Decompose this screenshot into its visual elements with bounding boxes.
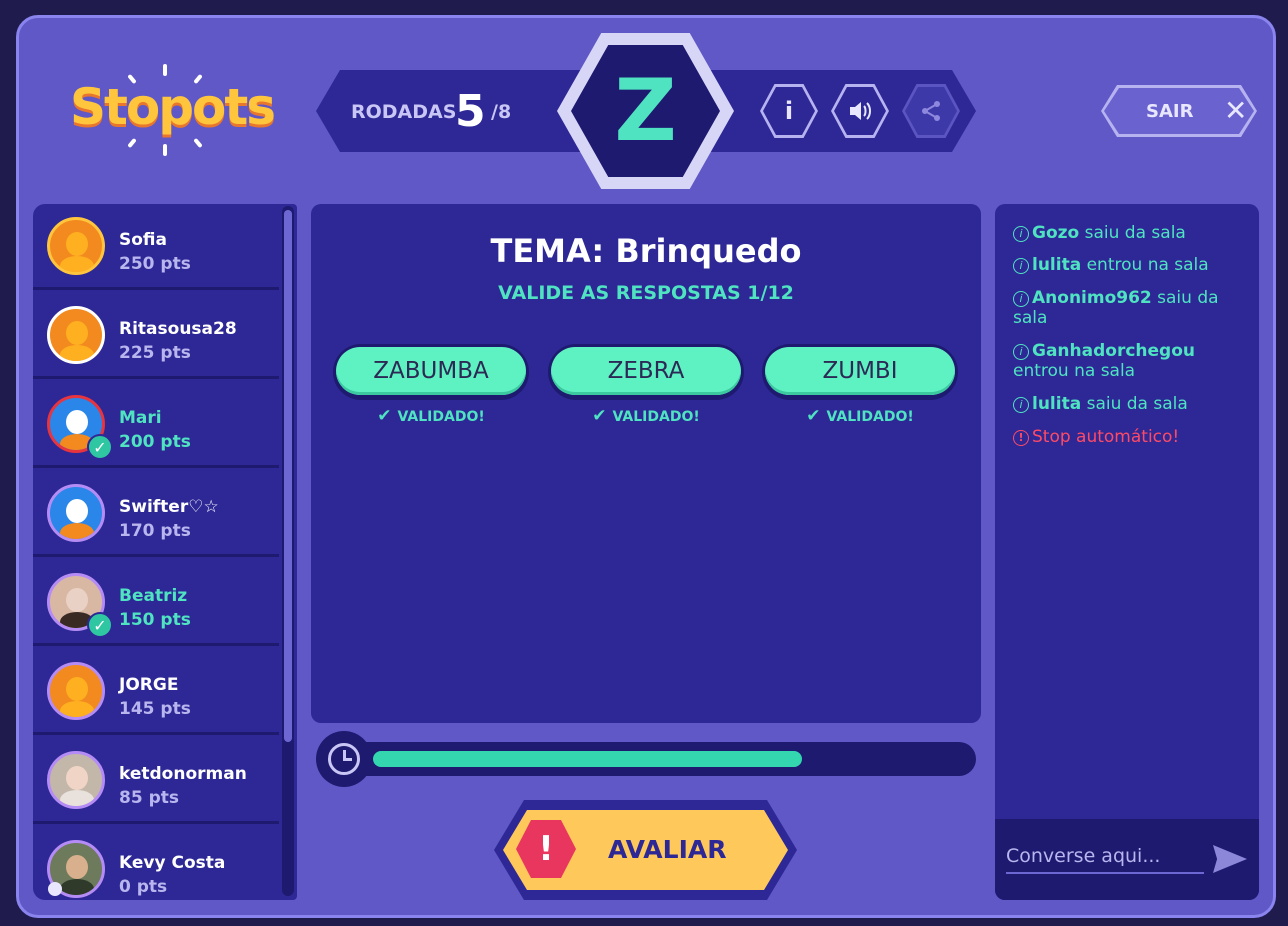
chat-message: i Ganhadorchegou entrou na sala <box>1013 341 1195 381</box>
answer-word: ZUMBI <box>765 347 955 395</box>
player-points: 225 pts <box>119 343 191 363</box>
info-icon: i <box>1013 397 1029 413</box>
validation-status: ✔ VALIDADO! <box>592 406 700 426</box>
check-icon: ✓ <box>87 612 113 638</box>
player-item: JORGE 145 pts <box>33 649 279 735</box>
avatar <box>47 484 105 542</box>
chat-message: i Gozo saiu da sala <box>1013 223 1249 243</box>
info-icon: i <box>763 87 815 135</box>
player-name: Ritasousa28 <box>119 319 237 339</box>
info-icon: i <box>1013 226 1029 242</box>
rounds-label: RODADAS <box>351 101 457 123</box>
player-name: Sofia <box>119 230 167 250</box>
player-name: Beatriz <box>119 586 188 606</box>
stopots-logo: Stopots <box>50 52 276 162</box>
speaker-icon <box>834 87 886 135</box>
answer-card[interactable]: ZEBRA <box>548 344 744 400</box>
player-name: Kevy Costa <box>119 853 226 873</box>
close-icon[interactable]: ✕ <box>1224 94 1247 127</box>
player-points: 150 pts <box>119 610 191 630</box>
validation-status: ✔ VALIDADO! <box>806 406 914 426</box>
alert-icon: ! <box>1013 430 1029 446</box>
logo-text: Stopots <box>70 78 276 136</box>
total-rounds: /8 <box>491 101 512 123</box>
player-name: JORGE <box>119 675 179 695</box>
scrollbar-thumb[interactable] <box>284 210 292 742</box>
player-item: ✓ Mari 200 pts <box>33 382 279 468</box>
player-item: Ritasousa28 225 pts <box>33 293 279 379</box>
player-item: Swifter♡☆ 170 pts <box>33 471 279 557</box>
player-item: ketdonorman 85 pts <box>33 738 279 824</box>
avatar <box>47 217 105 275</box>
answer-card[interactable]: ZABUMBA <box>333 344 529 400</box>
chat-input[interactable] <box>1006 840 1204 874</box>
player-points: 85 pts <box>119 788 179 808</box>
chat-message: i lulita saiu da sala <box>1013 394 1249 414</box>
evaluate-label[interactable]: AVALIAR <box>608 835 726 864</box>
player-name: Mari <box>119 408 162 428</box>
current-round: 5 <box>455 86 486 137</box>
answer-card[interactable]: ZUMBI <box>762 344 958 400</box>
validation-status: ✔ VALIDADO! <box>377 406 485 426</box>
check-icon: ✔ <box>377 406 392 426</box>
share-icon <box>905 87 957 135</box>
player-points: 200 pts <box>119 432 191 452</box>
player-name: Swifter♡☆ <box>119 497 219 517</box>
clock-icon <box>316 731 372 787</box>
theme-title: TEMA: Brinquedo <box>490 232 802 270</box>
chat-message-alert: ! Stop automático! <box>1013 427 1249 447</box>
chat-message: i lulita entrou na sala <box>1013 255 1249 275</box>
check-icon: ✔ <box>806 406 821 426</box>
avatar <box>47 751 105 809</box>
validation-subtitle: VALIDE AS RESPOSTAS 1/12 <box>498 282 794 304</box>
info-icon: i <box>1013 258 1029 274</box>
player-name: ketdonorman <box>119 764 247 784</box>
info-icon: i <box>1013 344 1029 360</box>
players-list[interactable]: Sofia 250 pts Ritasousa28 225 pts ✓ Mari… <box>33 204 297 900</box>
avatar <box>47 662 105 720</box>
chat-message: i Anonimo962 saiu da sala <box>1013 288 1219 328</box>
timer-progress <box>373 751 802 767</box>
check-icon: ✔ <box>592 406 607 426</box>
answer-word: ZEBRA <box>551 347 741 395</box>
exit-label[interactable]: SAIR <box>1146 101 1193 122</box>
user-icon <box>48 882 62 896</box>
player-points: 0 pts <box>119 877 168 897</box>
avatar <box>47 306 105 364</box>
player-item: Kevy Costa 0 pts <box>33 827 279 900</box>
player-points: 250 pts <box>119 254 191 274</box>
player-points: 145 pts <box>119 699 191 719</box>
answer-word: ZABUMBA <box>336 347 526 395</box>
player-item: ✓ Beatriz 150 pts <box>33 560 279 646</box>
player-points: 170 pts <box>119 521 191 541</box>
check-icon: ✓ <box>87 434 113 460</box>
info-icon: i <box>1013 291 1029 307</box>
player-item: Sofia 250 pts <box>33 204 279 290</box>
